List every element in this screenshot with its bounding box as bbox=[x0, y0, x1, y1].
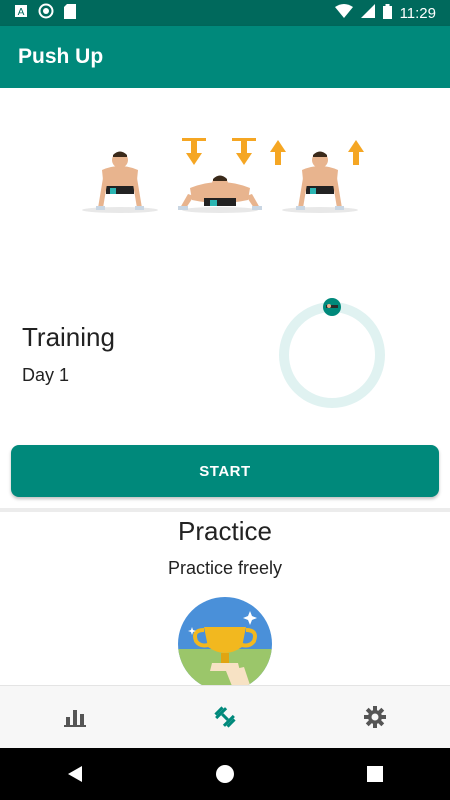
practice-subtitle: Practice freely bbox=[167, 558, 283, 578]
app-title: Push Up bbox=[18, 45, 104, 68]
app-bar: Push Up bbox=[0, 26, 450, 88]
signal-icon bbox=[360, 4, 375, 22]
pushup-figure-up bbox=[82, 151, 158, 213]
training-title: Training bbox=[22, 322, 115, 352]
pushup-figure-up bbox=[282, 151, 358, 213]
training-day-label: Day 1 bbox=[22, 365, 70, 385]
bar-chart-icon bbox=[64, 710, 86, 727]
pushup-figure-down bbox=[178, 175, 262, 213]
battery-icon bbox=[382, 3, 392, 23]
recents-button[interactable] bbox=[345, 748, 405, 800]
training-progress-ring bbox=[279, 298, 385, 408]
svg-text:A: A bbox=[18, 7, 25, 18]
gear-icon bbox=[364, 706, 386, 728]
system-navigation-bar bbox=[0, 748, 450, 800]
up-arrow-icon bbox=[348, 140, 364, 165]
wifi-icon bbox=[334, 4, 353, 22]
home-circle-icon bbox=[216, 765, 234, 783]
status-bar: A 11:29 bbox=[0, 0, 450, 26]
start-button[interactable]: START bbox=[11, 445, 439, 497]
status-time: 11:29 bbox=[399, 4, 436, 22]
sd-card-icon bbox=[64, 3, 76, 23]
dumbbell-icon bbox=[214, 706, 236, 728]
recents-square-icon bbox=[367, 766, 383, 782]
bottom-navigation bbox=[0, 685, 450, 748]
section-divider bbox=[0, 508, 450, 512]
progress-marker-icon bbox=[323, 298, 341, 316]
status-system-icons: 11:29 bbox=[334, 3, 436, 23]
status-notification-icons: A bbox=[14, 3, 76, 23]
practice-title: Practice bbox=[178, 516, 272, 546]
nav-workout[interactable] bbox=[195, 687, 255, 747]
down-arrow-icon bbox=[232, 138, 256, 165]
nav-statistics[interactable] bbox=[45, 687, 105, 747]
back-triangle-icon bbox=[68, 766, 82, 782]
circle-notification-icon bbox=[38, 3, 54, 23]
trophy-icon[interactable] bbox=[178, 597, 272, 685]
nav-settings[interactable] bbox=[345, 687, 405, 747]
home-button[interactable] bbox=[195, 748, 255, 800]
down-arrow-icon bbox=[182, 138, 206, 165]
pushup-illustration bbox=[82, 138, 364, 213]
up-arrow-icon bbox=[270, 140, 286, 165]
a-notification-icon: A bbox=[14, 4, 28, 22]
back-button[interactable] bbox=[45, 748, 105, 800]
